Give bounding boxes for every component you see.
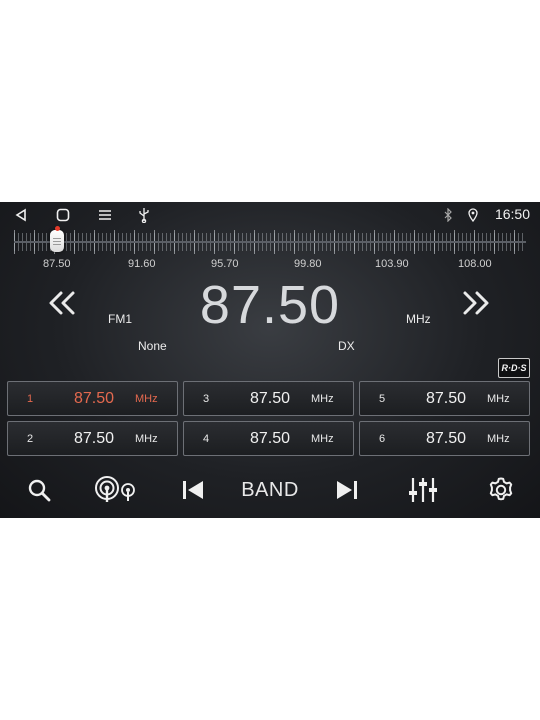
equalizer-icon — [409, 478, 437, 502]
menu-icon[interactable] — [96, 206, 114, 224]
next-button[interactable] — [332, 474, 362, 506]
tuner-scale[interactable] — [14, 226, 526, 256]
scale-track — [14, 241, 526, 243]
double-chevron-left-icon — [49, 291, 75, 315]
clock: 16:50 — [494, 206, 530, 222]
preset-number: 3 — [203, 393, 210, 405]
skip-next-icon — [337, 481, 357, 499]
preset-unit: MHz — [135, 393, 158, 405]
seek-up-button[interactable] — [458, 288, 498, 318]
preset-button-4[interactable]: 4 87.50 MHz — [183, 421, 354, 456]
equalizer-button[interactable] — [406, 474, 440, 506]
scale-label: 103.90 — [375, 258, 409, 270]
preset-frequency: 87.50 — [74, 430, 115, 447]
preset-unit: MHz — [311, 393, 334, 405]
scale-labels: 87.50 91.60 95.70 99.80 103.90 108.00 — [0, 258, 540, 274]
settings-button[interactable] — [486, 474, 516, 506]
preset-number: 2 — [27, 433, 34, 445]
current-frequency: 87.50 — [199, 275, 341, 335]
preset-frequency: 87.50 — [250, 390, 291, 407]
station-name: None — [138, 339, 167, 353]
broadcast-icon — [95, 476, 135, 502]
rds-badge[interactable]: R·D·S — [498, 358, 530, 378]
search-button[interactable] — [24, 474, 54, 506]
preset-unit: MHz — [311, 433, 334, 445]
search-icon — [28, 479, 51, 502]
preset-button-2[interactable]: 2 87.50 MHz — [7, 421, 178, 456]
preset-unit: MHz — [135, 433, 158, 445]
preset-frequency: 87.50 — [74, 390, 115, 407]
preset-unit: MHz — [487, 433, 510, 445]
preset-frequency: 87.50 — [426, 390, 467, 407]
tuner-slider-handle[interactable] — [50, 226, 64, 252]
preset-unit: MHz — [487, 393, 510, 405]
scale-label: 108.00 — [458, 258, 492, 270]
settings-icon — [489, 477, 513, 501]
preset-button-1[interactable]: 1 87.50 MHz — [7, 381, 178, 416]
preset-grid: 1 87.50 MHz 2 87.50 MHz 3 87.50 MHz 4 87… — [7, 381, 533, 459]
band-button[interactable]: BAND — [236, 474, 304, 506]
bottom-toolbar: BAND — [0, 464, 540, 518]
frequency-unit: MHz — [406, 312, 431, 326]
scale-label: 95.70 — [211, 258, 239, 270]
double-chevron-right-icon — [463, 291, 489, 315]
location-icon — [466, 206, 480, 224]
preset-button-6[interactable]: 6 87.50 MHz — [359, 421, 530, 456]
home-icon[interactable] — [54, 206, 72, 224]
preset-button-3[interactable]: 3 87.50 MHz — [183, 381, 354, 416]
band-indicator: FM1 — [108, 312, 132, 326]
preset-number: 6 — [379, 433, 386, 445]
previous-button[interactable] — [178, 474, 208, 506]
preset-number: 1 — [27, 393, 34, 405]
scale-label: 99.80 — [294, 258, 322, 270]
preset-frequency: 87.50 — [426, 430, 467, 447]
skip-previous-icon — [183, 481, 203, 499]
usb-icon — [136, 206, 152, 224]
radio-screen: 16:50 87.50 91.60 95.70 99.80 103.90 108… — [0, 202, 540, 518]
preset-frequency: 87.50 — [250, 430, 291, 447]
scale-label: 87.50 — [43, 258, 71, 270]
scale-label: 91.60 — [128, 258, 156, 270]
status-bar: 16:50 — [0, 202, 540, 228]
bluetooth-icon — [441, 206, 455, 224]
dx-mode-button[interactable]: DX — [338, 339, 355, 353]
seek-down-button[interactable] — [44, 288, 84, 318]
broadcast-button[interactable] — [92, 474, 138, 506]
preset-number: 5 — [379, 393, 386, 405]
preset-number: 4 — [203, 433, 210, 445]
preset-button-5[interactable]: 5 87.50 MHz — [359, 381, 530, 416]
back-icon[interactable] — [12, 206, 30, 224]
